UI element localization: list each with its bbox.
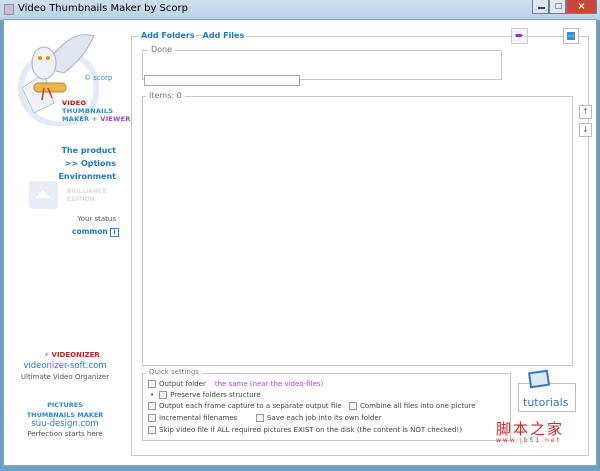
title-bar: Video Thumbnails Maker by Scorp ×	[0, 0, 600, 20]
move-down-button[interactable]: ↓	[579, 123, 592, 137]
separate-output-label: Output each frame capture to a separate …	[159, 402, 342, 410]
promo-name: VIDEONIZER	[51, 351, 100, 359]
add-links: Add Folders—Add Files	[139, 31, 247, 40]
promo-tagline: Ultimate Video Organizer	[20, 373, 110, 381]
promo-tagline: Perfection starts here	[27, 429, 103, 438]
incremental-filenames-label: Incremental filenames	[159, 414, 238, 422]
preserve-structure-checkbox[interactable]	[159, 391, 168, 399]
minimize-button[interactable]	[532, 0, 549, 14]
progress-bar	[144, 75, 300, 86]
promo-videonizer[interactable]: ⚡ VIDEONIZER videonizer-soft.com Ultimat…	[0, 350, 130, 383]
move-up-button[interactable]: ↑	[579, 105, 592, 119]
own-folder-label: Save each job into its own folder	[267, 414, 382, 422]
brand-text: VIDEO THUMBNAILS MAKER + VIEWER	[62, 99, 131, 123]
promo-name: PICTURES	[47, 401, 83, 409]
items-label: Items: 0	[146, 91, 185, 100]
output-folder-checkbox[interactable]	[148, 380, 156, 388]
videonizer-logo-icon: ⚡	[44, 351, 50, 359]
quick-settings-title: Quick settings	[146, 368, 202, 376]
scorp-credit: © scorp	[84, 74, 113, 82]
menu-button[interactable]	[563, 28, 579, 44]
brand-line: VIDEO	[62, 99, 87, 107]
close-button[interactable]: ×	[566, 0, 597, 14]
combine-files-label: Combine all files into one picture	[360, 402, 476, 410]
own-folder-checkbox[interactable]	[256, 414, 264, 422]
swap-arrow-button[interactable]: ➨	[511, 28, 528, 44]
tutorials-button[interactable]: tutorials	[518, 369, 576, 412]
items-list[interactable]	[142, 96, 573, 366]
watermark-url: www.jb51.net	[496, 437, 561, 444]
done-label: Done	[148, 45, 176, 54]
brand-line: THUMBNAILS	[62, 107, 114, 115]
nav-the-product[interactable]: The product	[58, 144, 116, 157]
separate-output-checkbox[interactable]	[148, 402, 156, 410]
edition-line: BRILLIANCE	[67, 188, 107, 195]
promo-url[interactable]: videonizer-soft.com	[0, 361, 130, 372]
maximize-button[interactable]	[549, 0, 566, 14]
nav-environment[interactable]: Environment	[58, 170, 116, 183]
tutorials-label: tutorials	[523, 396, 569, 409]
info-icon[interactable]: i	[110, 228, 120, 237]
menu-icon	[567, 32, 575, 40]
nav-options[interactable]: >> Options	[58, 157, 116, 170]
output-folder-value[interactable]: the same (near the video-files)	[215, 380, 323, 388]
tutorials-icon	[527, 369, 551, 389]
add-files-link[interactable]: Add Files	[203, 31, 245, 40]
preserve-structure-label: Preserve folders structure	[170, 391, 261, 399]
app-icon	[4, 4, 14, 15]
status-label: Your status	[77, 215, 116, 223]
brand-line: VIEWER	[100, 115, 131, 123]
skip-existing-checkbox[interactable]	[148, 426, 156, 434]
sidebar-nav: The product >> Options Environment	[58, 144, 116, 183]
window-title: Video Thumbnails Maker by Scorp	[18, 3, 188, 14]
edition-line: EDITION	[67, 196, 95, 203]
status-row: common i	[72, 227, 120, 237]
status-value: common	[72, 227, 108, 236]
skip-existing-label: Skip video file if ALL required pictures…	[159, 426, 462, 434]
add-folders-link[interactable]: Add Folders	[141, 31, 195, 40]
edition-text: BRILLIANCE EDITION	[67, 188, 106, 204]
combine-files-checkbox[interactable]	[349, 402, 357, 410]
watermark-text: 脚本之家	[496, 420, 565, 438]
brand-line: MAKER +	[62, 115, 101, 123]
promo-url[interactable]: suu-design.com	[0, 419, 130, 430]
incremental-filenames-checkbox[interactable]	[148, 414, 156, 422]
edition-icon	[29, 181, 58, 209]
promo-pictures[interactable]: PICTURES THUMBNAILS MAKER suu-design.com…	[0, 401, 130, 439]
output-folder-label: Output folder	[159, 380, 206, 388]
